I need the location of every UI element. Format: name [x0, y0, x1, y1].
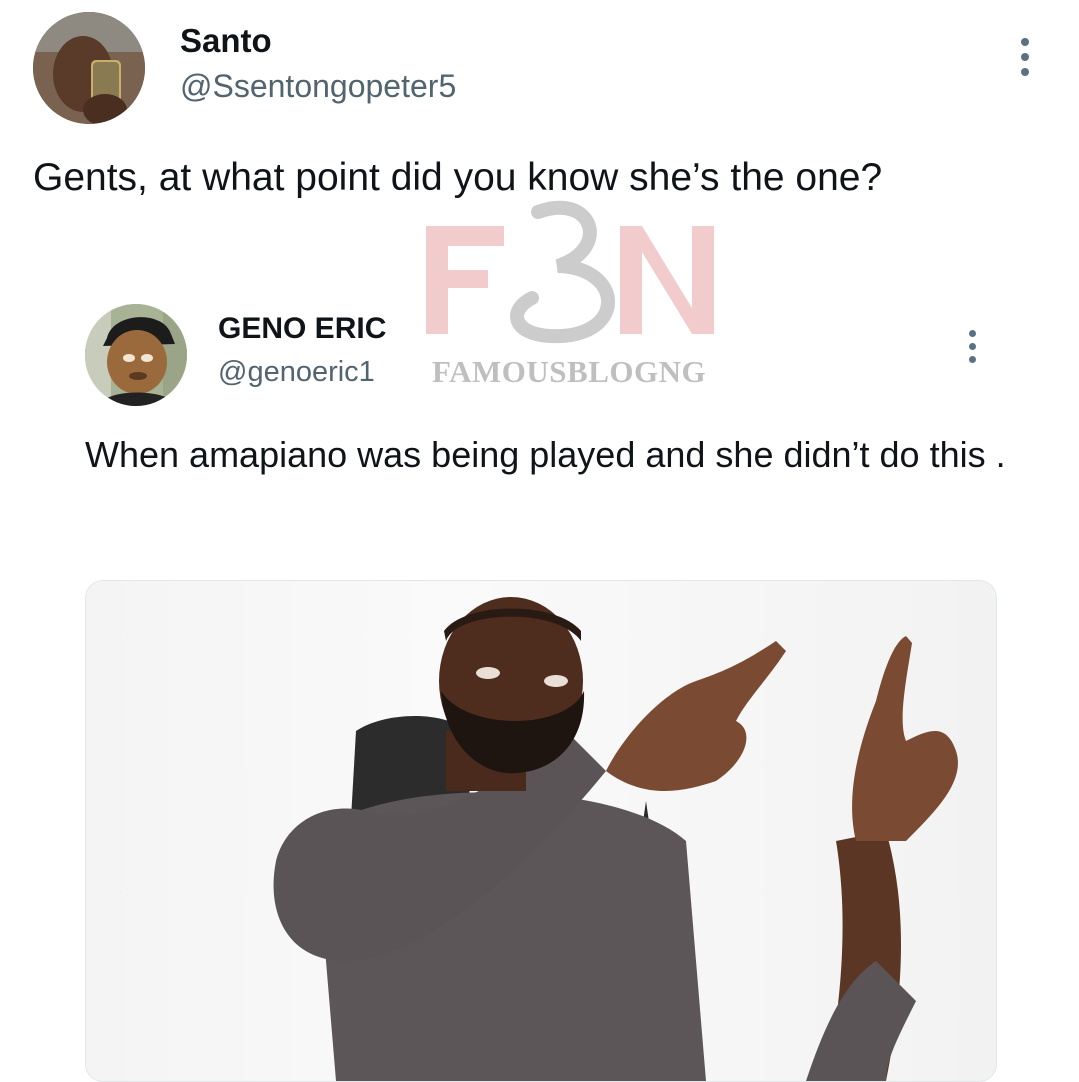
media-image[interactable] — [85, 580, 997, 1082]
author-handle[interactable]: @Ssentongopeter5 — [180, 68, 456, 105]
quoted-author-avatar[interactable] — [85, 304, 187, 406]
author-avatar[interactable] — [33, 12, 145, 124]
watermark-logo — [420, 190, 740, 350]
quoted-author-name[interactable]: GENO ERIC — [218, 312, 386, 346]
author-name[interactable]: Santo — [180, 22, 272, 60]
more-options-icon[interactable] — [1018, 38, 1032, 83]
quoted-more-options-icon[interactable] — [966, 330, 978, 369]
watermark-text: FAMOUSBLOGNG — [432, 354, 707, 389]
quoted-tweet-text: When amapiano was being played and she d… — [85, 434, 1006, 475]
quoted-author-handle[interactable]: @genoeric1 — [218, 356, 375, 389]
